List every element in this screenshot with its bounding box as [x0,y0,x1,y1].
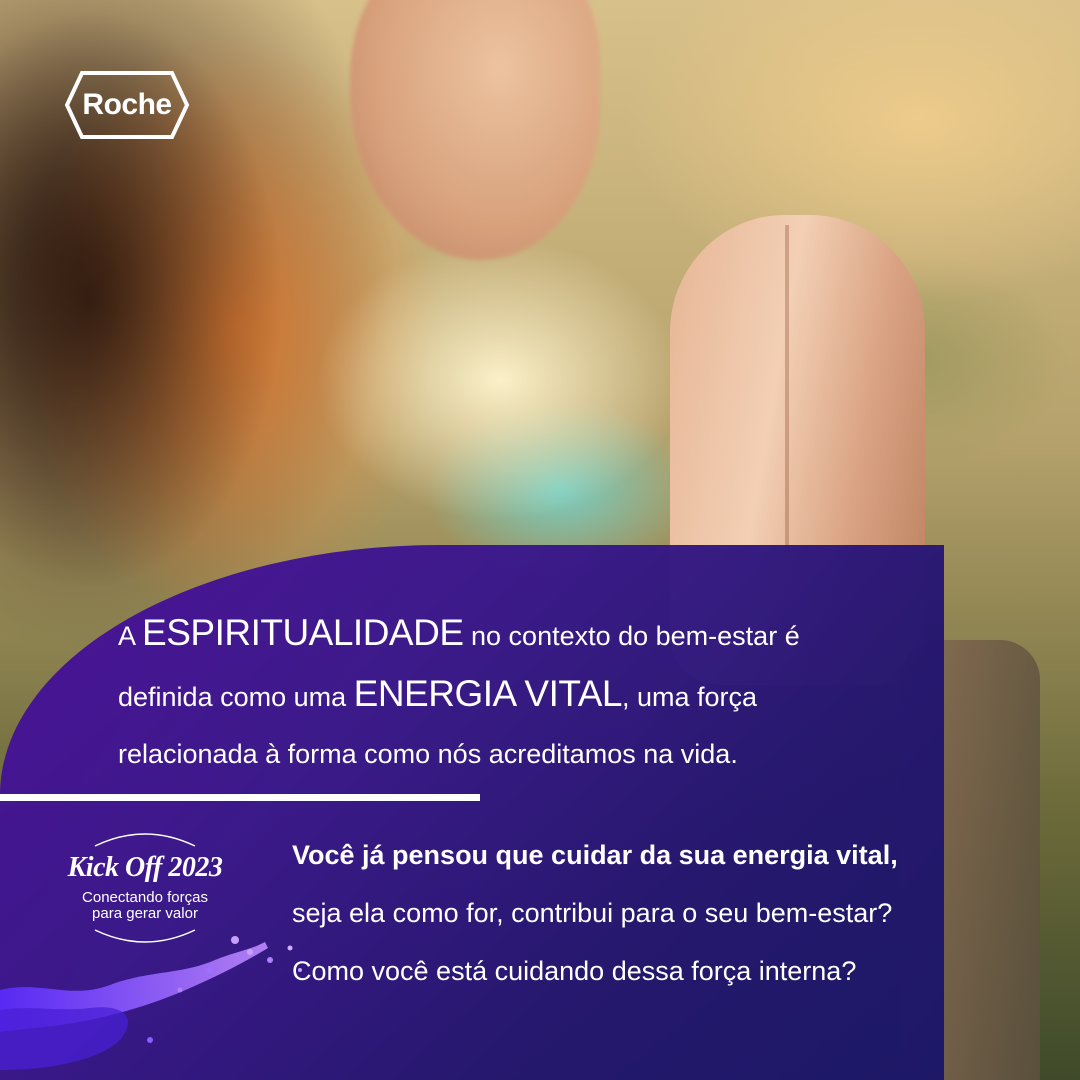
divider-line [0,794,480,801]
main-statement: A ESPIRITUALIDADE no contexto do bem-est… [118,604,878,783]
post-canvas: Roche A ESPIRITUALIDADE no contexto do b… [0,0,1080,1080]
statement-highlight-espiritualidade: ESPIRITUALIDADE [142,612,464,653]
statement-highlight-energia: ENERGIA VITAL [353,673,623,714]
reflection-question: Você já pensou que cuidar da sua energia… [292,826,902,1000]
kickoff-title: Kick Off 2023 [67,852,223,883]
question-bold: Você já pensou que cuidar da sua energia… [292,840,898,870]
water-splash-icon [0,936,302,1070]
statement-part1: A [118,621,143,651]
question-rest: seja ela como for, contribui para o seu … [292,898,893,986]
logo-text: Roche [82,88,172,121]
kickoff-subtitle-line2: para gerar valor [92,905,198,922]
kickoff-subtitle-line1: Conectando forças [82,889,208,906]
roche-logo: Roche [64,70,190,140]
